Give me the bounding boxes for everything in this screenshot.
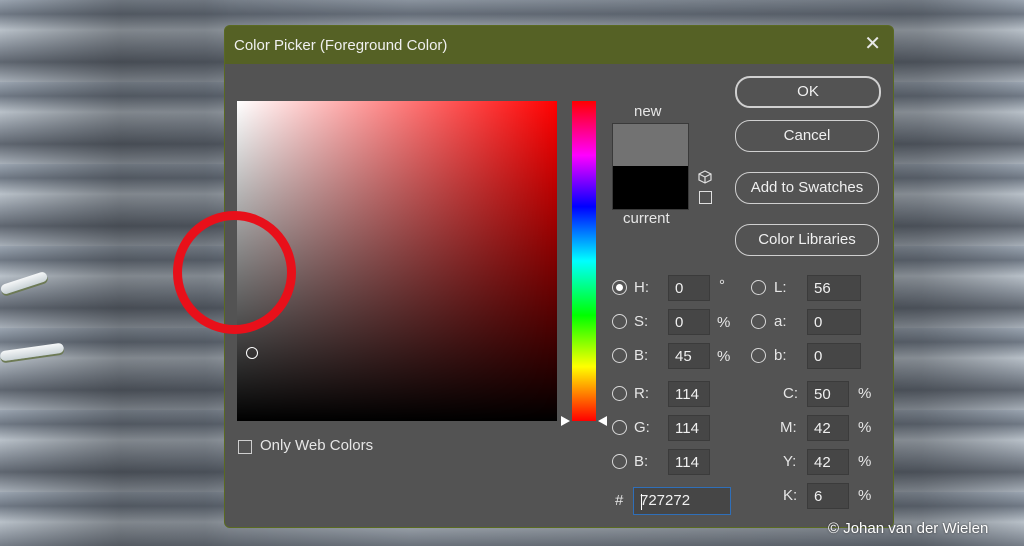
saturation-label: S: — [634, 313, 649, 330]
hue-label: H: — [634, 279, 649, 296]
cyan-label: C: — [783, 385, 798, 402]
color-libraries-button[interactable]: Color Libraries — [735, 224, 879, 256]
red-label: R: — [634, 385, 649, 402]
hue-slider[interactable] — [572, 101, 596, 421]
blue-label: B: — [634, 453, 649, 470]
hex-label: # — [615, 492, 624, 509]
title-bar: Color Picker (Foreground Color) ✕ — [225, 26, 893, 64]
radio-green[interactable] — [612, 420, 627, 435]
text-caret — [641, 494, 642, 510]
ok-button[interactable]: OK — [735, 76, 881, 108]
radio-blue[interactable] — [612, 454, 627, 469]
new-color-swatch — [612, 123, 689, 167]
saturation-unit: % — [717, 314, 731, 331]
yellow-label: Y: — [783, 453, 797, 470]
radio-lightness[interactable] — [751, 280, 766, 295]
add-to-swatches-button[interactable]: Add to Swatches — [735, 172, 879, 204]
brightness-label: B: — [634, 347, 649, 364]
brightness-unit: % — [717, 348, 731, 365]
hue-unit: ° — [719, 277, 725, 294]
hex-input[interactable]: 727272 — [633, 487, 731, 515]
saturation-input[interactable]: 0 — [668, 309, 710, 335]
radio-brightness[interactable] — [612, 348, 627, 363]
a-channel-label: a: — [774, 313, 787, 330]
green-label: G: — [634, 419, 650, 436]
black-unit: % — [858, 487, 872, 504]
green-input[interactable]: 114 — [668, 415, 710, 441]
red-input[interactable]: 114 — [668, 381, 710, 407]
current-color-swatch[interactable] — [612, 166, 689, 210]
lightness-input[interactable]: 56 — [807, 275, 861, 301]
only-web-colors-label: Only Web Colors — [260, 437, 374, 454]
hue-slider-right-arrow-icon[interactable] — [598, 416, 607, 426]
cyan-input[interactable]: 50 — [807, 381, 849, 407]
dialog-title: Color Picker (Foreground Color) — [234, 37, 448, 54]
lightness-label: L: — [774, 279, 787, 296]
cyan-unit: % — [858, 385, 872, 402]
black-input[interactable]: 6 — [807, 483, 849, 509]
yellow-input[interactable]: 42 — [807, 449, 849, 475]
radio-red[interactable] — [612, 386, 627, 401]
current-label: current — [623, 210, 670, 227]
magenta-input[interactable]: 42 — [807, 415, 849, 441]
radio-a-channel[interactable] — [751, 314, 766, 329]
web-safe-square-icon[interactable] — [699, 191, 712, 204]
brightness-input[interactable]: 45 — [668, 343, 710, 369]
color-field-marker[interactable] — [246, 347, 258, 359]
cancel-button[interactable]: Cancel — [735, 120, 879, 152]
b-channel-input[interactable]: 0 — [807, 343, 861, 369]
radio-saturation[interactable] — [612, 314, 627, 329]
yellow-unit: % — [858, 453, 872, 470]
annotation-circle — [173, 211, 296, 334]
new-label: new — [634, 103, 662, 120]
close-icon[interactable]: ✕ — [864, 34, 881, 54]
photo-credit: © Johan van der Wielen — [828, 520, 989, 537]
radio-hue[interactable] — [612, 280, 627, 295]
a-channel-input[interactable]: 0 — [807, 309, 861, 335]
radio-b-channel[interactable] — [751, 348, 766, 363]
black-label: K: — [783, 487, 798, 504]
b-channel-label: b: — [774, 347, 787, 364]
only-web-colors-checkbox[interactable] — [238, 440, 252, 454]
magenta-unit: % — [858, 419, 872, 436]
magenta-label: M: — [780, 419, 797, 436]
hue-slider-left-arrow-icon[interactable] — [561, 416, 570, 426]
hue-input[interactable]: 0 — [668, 275, 710, 301]
color-picker-dialog: Color Picker (Foreground Color) ✕ new cu… — [224, 25, 894, 528]
blue-input[interactable]: 114 — [668, 449, 710, 475]
cube-icon[interactable] — [698, 170, 712, 184]
